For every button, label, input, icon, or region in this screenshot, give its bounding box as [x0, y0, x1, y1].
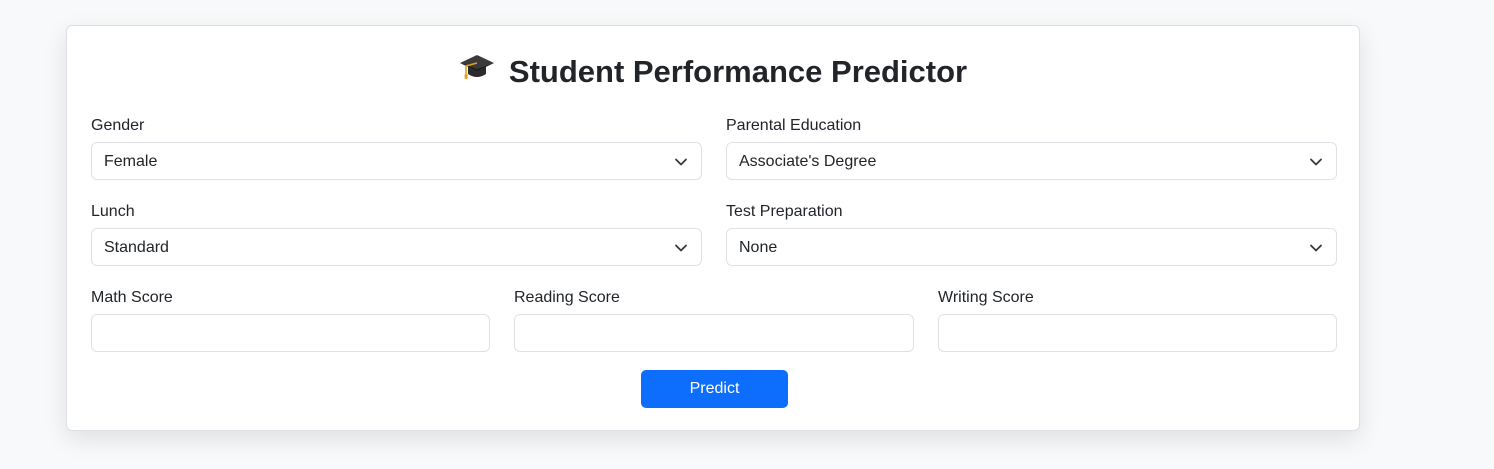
gender-select[interactable]: Female — [91, 142, 702, 180]
parental-education-field: Parental Education Associate's Degree — [726, 116, 1337, 180]
predictor-card: Student Performance Predictor Gender Fem… — [66, 25, 1360, 431]
chevron-down-icon — [1310, 158, 1322, 166]
parental-education-select[interactable]: Associate's Degree — [726, 142, 1337, 180]
parental-education-select-value: Associate's Degree — [739, 153, 877, 170]
gender-select-value: Female — [104, 153, 158, 170]
gender-field: Gender Female — [91, 116, 702, 180]
test-preparation-label: Test Preparation — [726, 203, 843, 220]
lunch-select-value: Standard — [104, 239, 169, 256]
gender-label: Gender — [91, 117, 145, 134]
chevron-down-icon — [1310, 244, 1322, 252]
math-score-input[interactable] — [91, 314, 490, 352]
math-score-label: Math Score — [91, 289, 173, 306]
chevron-down-icon — [675, 158, 687, 166]
lunch-label: Lunch — [91, 203, 135, 220]
test-preparation-select[interactable]: None — [726, 228, 1337, 266]
math-score-field: Math Score — [91, 288, 490, 352]
reading-score-label: Reading Score — [514, 289, 620, 306]
predict-button[interactable]: Predict — [641, 370, 788, 408]
graduation-cap-icon — [459, 51, 495, 91]
page-title-text: Student Performance Predictor — [508, 54, 968, 89]
page-title: Student Performance Predictor — [67, 52, 1359, 94]
chevron-down-icon — [675, 244, 687, 252]
writing-score-label: Writing Score — [938, 289, 1034, 306]
parental-education-label: Parental Education — [726, 117, 862, 134]
test-preparation-select-value: None — [739, 239, 778, 256]
lunch-field: Lunch Standard — [91, 202, 702, 266]
reading-score-field: Reading Score — [514, 288, 914, 352]
test-preparation-field: Test Preparation None — [726, 202, 1337, 266]
lunch-select[interactable]: Standard — [91, 228, 702, 266]
reading-score-input[interactable] — [514, 314, 914, 352]
writing-score-field: Writing Score — [938, 288, 1337, 352]
writing-score-input[interactable] — [938, 314, 1337, 352]
